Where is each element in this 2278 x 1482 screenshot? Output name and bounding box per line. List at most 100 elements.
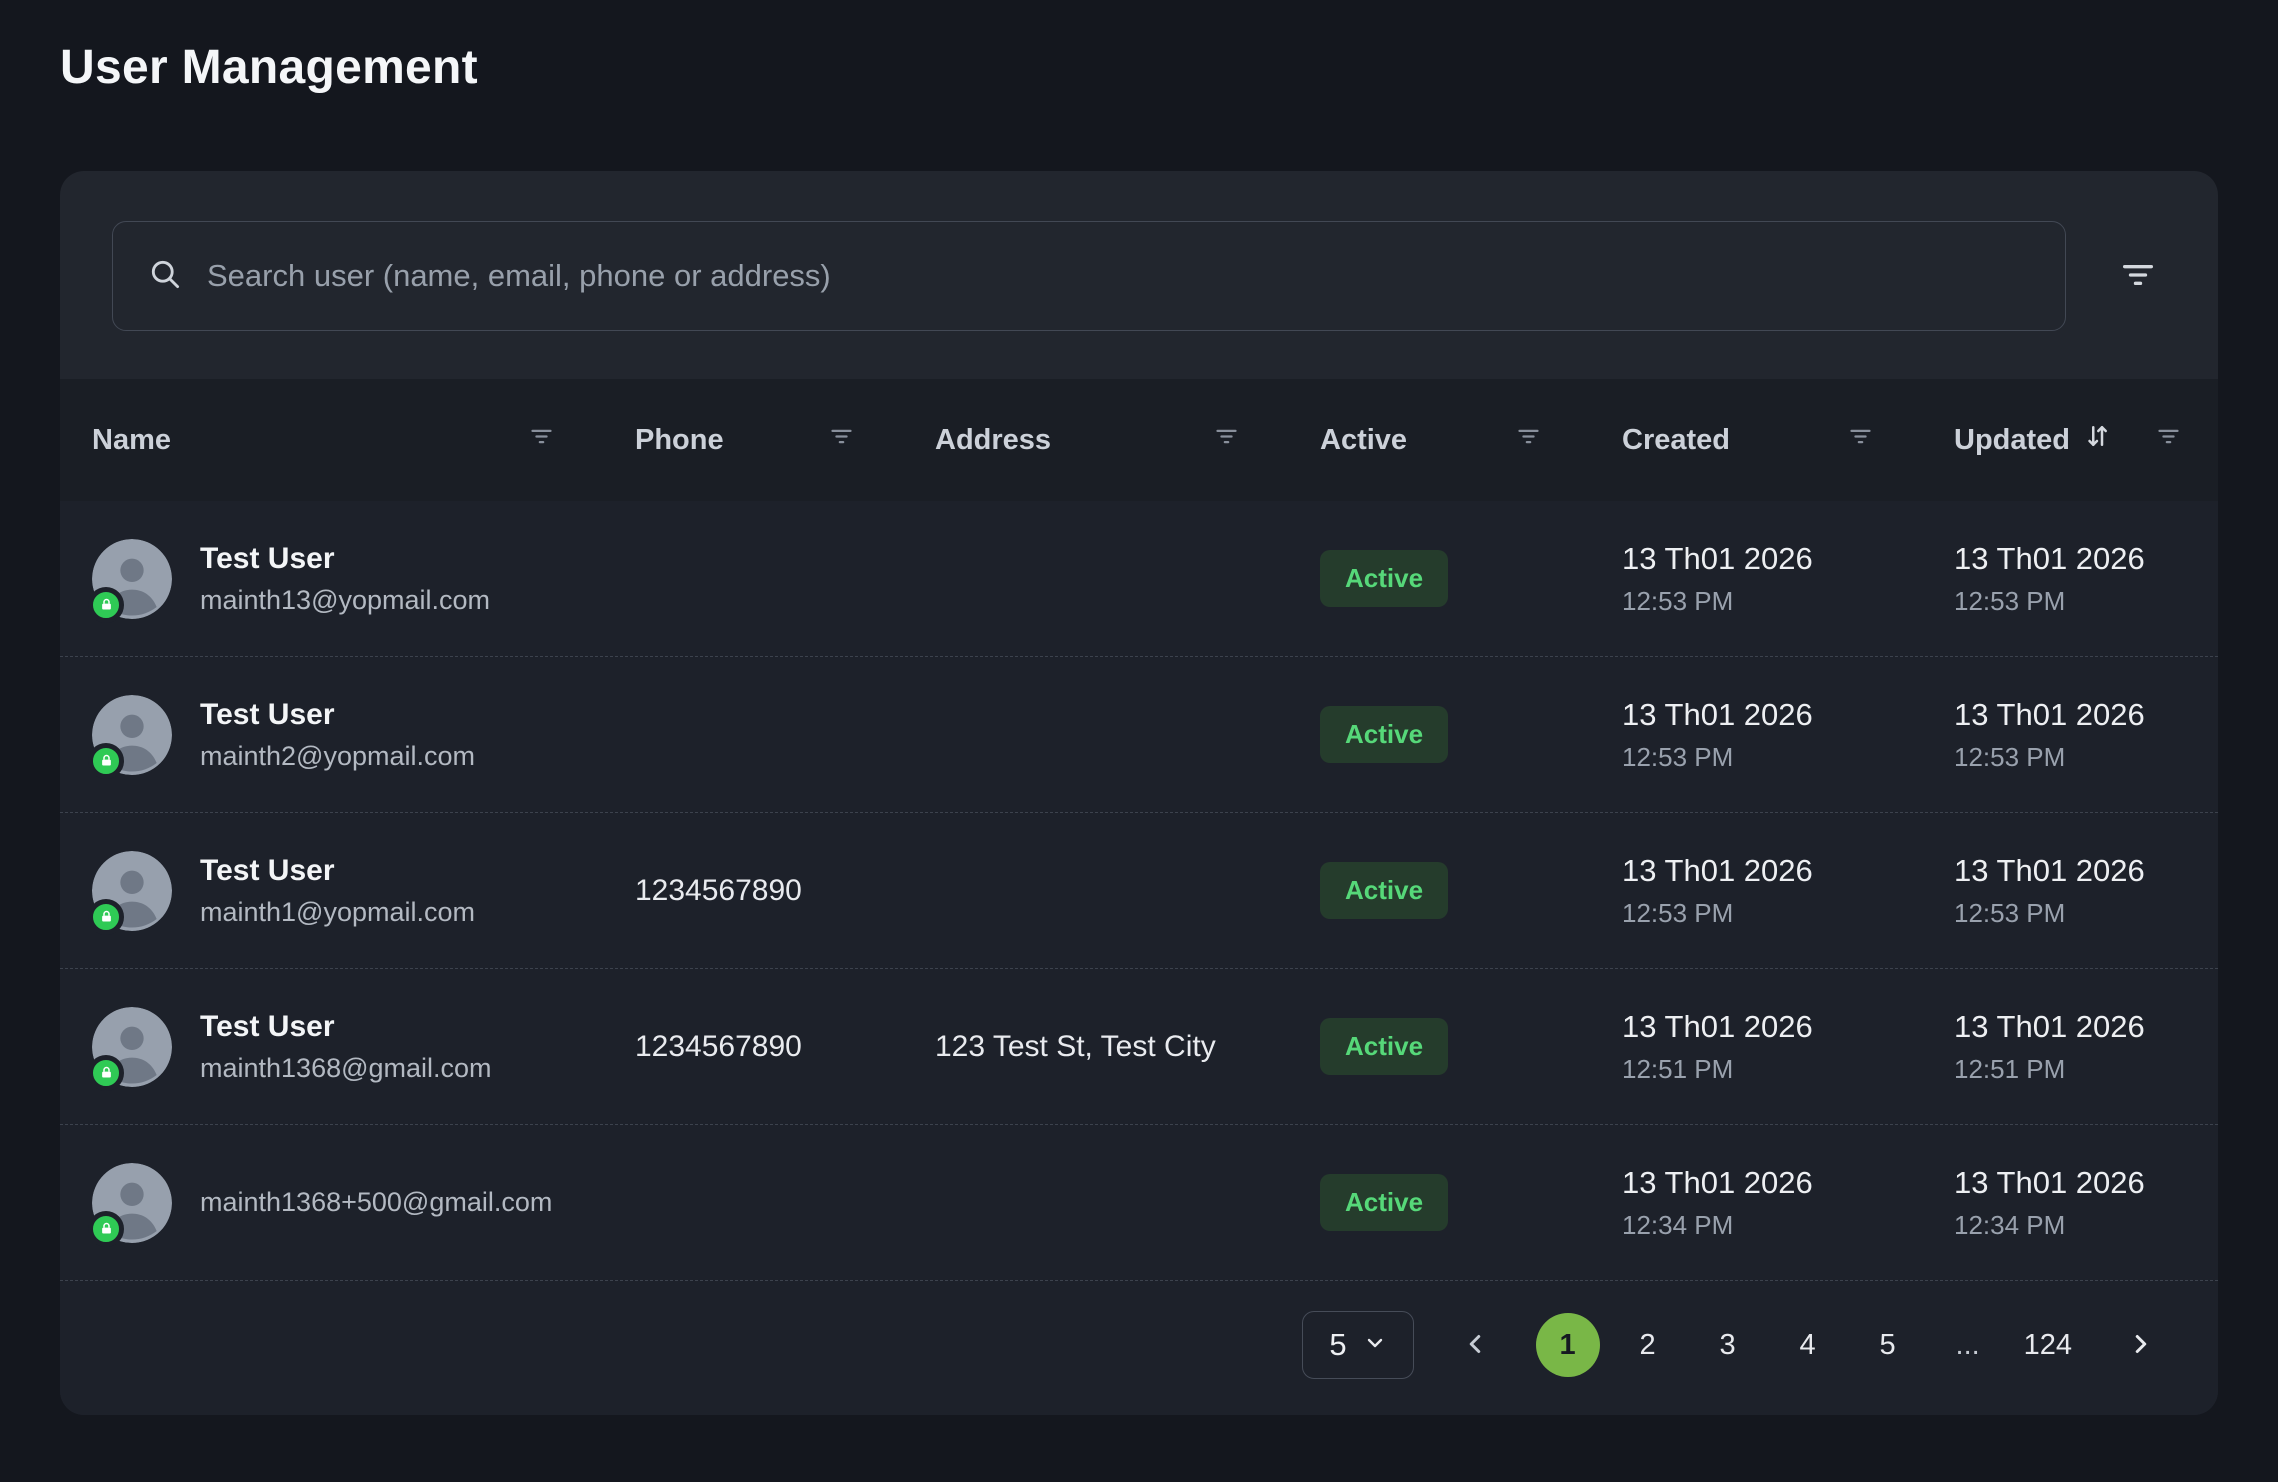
filter-icon[interactable] [828,423,855,458]
status-badge: Active [1320,1174,1448,1231]
table-row[interactable]: Test User mainth1@yopmail.com 1234567890… [60,813,2218,969]
chevron-left-icon [1460,1329,1490,1362]
user-cell: Test User mainth1368@gmail.com [60,1007,635,1087]
table-filter-button[interactable] [2110,247,2166,306]
user-email: mainth1368@gmail.com [200,1053,492,1084]
page-button-2[interactable]: 2 [1616,1313,1680,1377]
filter-icon[interactable] [528,423,555,458]
column-header-address[interactable]: Address [935,423,1320,458]
search-box [112,221,2066,331]
lock-icon [88,587,124,623]
user-name: Test User [200,542,490,576]
user-email: mainth2@yopmail.com [200,741,475,772]
page-root: User Management [0,0,2278,1415]
chevron-down-icon [1363,1327,1387,1363]
avatar [92,851,172,931]
user-email: mainth1368+500@gmail.com [200,1187,552,1218]
updated-cell: 13 Th01 2026 12:53 PM [1954,697,2218,773]
created-cell: 13 Th01 2026 12:51 PM [1622,1009,1954,1085]
page-button-1[interactable]: 1 [1536,1313,1600,1377]
created-cell: 13 Th01 2026 12:53 PM [1622,853,1954,929]
page-size-value: 5 [1329,1327,1346,1363]
created-cell: 13 Th01 2026 12:53 PM [1622,541,1954,617]
lock-icon [88,1211,124,1247]
updated-cell: 13 Th01 2026 12:53 PM [1954,541,2218,617]
updated-date: 13 Th01 2026 [1954,541,2218,577]
user-table-card: Name Phone Address [60,171,2218,1415]
phone-cell: 1234567890 [635,1030,935,1064]
column-header-created[interactable]: Created [1622,423,1954,458]
filter-lines-icon [2118,255,2158,298]
updated-cell: 13 Th01 2026 12:34 PM [1954,1165,2218,1241]
column-header-active[interactable]: Active [1320,423,1622,458]
table-row[interactable]: Test User mainth13@yopmail.com Active 13… [60,501,2218,657]
table-header-row: Name Phone Address [60,379,2218,501]
chevron-right-icon [2126,1329,2156,1362]
created-time: 12:51 PM [1622,1054,1954,1085]
user-cell: Test User mainth13@yopmail.com [60,539,635,619]
column-header-name[interactable]: Name [60,423,635,458]
page-button-5[interactable]: 5 [1856,1313,1920,1377]
filter-icon[interactable] [1847,423,1874,458]
filter-icon[interactable] [1515,423,1542,458]
sort-icon[interactable] [2082,421,2112,459]
page-title: User Management [60,40,2218,95]
created-cell: 13 Th01 2026 12:34 PM [1622,1165,1954,1241]
status-badge: Active [1320,862,1448,919]
updated-time: 12:51 PM [1954,1054,2218,1085]
lock-icon [88,1055,124,1091]
avatar [92,539,172,619]
created-date: 13 Th01 2026 [1622,697,1954,733]
prev-page-button[interactable] [1454,1323,1496,1368]
active-cell: Active [1320,1018,1622,1075]
search-input[interactable] [207,258,2031,294]
user-email: mainth1@yopmail.com [200,897,475,928]
updated-time: 12:53 PM [1954,742,2218,773]
updated-time: 12:53 PM [1954,898,2218,929]
updated-cell: 13 Th01 2026 12:51 PM [1954,1009,2218,1085]
page-size-select[interactable]: 5 [1302,1311,1413,1379]
users-table: Name Phone Address [60,379,2218,1281]
user-cell: Test User mainth1@yopmail.com [60,851,635,931]
search-section [60,171,2218,379]
table-row[interactable]: Test User mainth1368@gmail.com 123456789… [60,969,2218,1125]
page-button-3[interactable]: 3 [1696,1313,1760,1377]
updated-date: 13 Th01 2026 [1954,697,2218,733]
page-ellipsis: ... [1936,1313,2000,1377]
pagination-bar: 5 1 2 3 4 5 ... 124 [60,1281,2218,1415]
created-date: 13 Th01 2026 [1622,853,1954,889]
user-name: Test User [200,854,475,888]
avatar [92,695,172,775]
column-header-phone[interactable]: Phone [635,423,935,458]
filter-icon[interactable] [1213,423,1240,458]
avatar [92,1163,172,1243]
created-time: 12:53 PM [1622,742,1954,773]
active-cell: Active [1320,1174,1622,1231]
table-row[interactable]: Test User mainth2@yopmail.com Active 13 … [60,657,2218,813]
created-cell: 13 Th01 2026 12:53 PM [1622,697,1954,773]
next-page-button[interactable] [2120,1323,2162,1368]
status-badge: Active [1320,550,1448,607]
column-header-updated[interactable]: Updated [1954,421,2218,459]
user-cell: mainth1368+500@gmail.com [60,1163,635,1243]
phone-cell: 1234567890 [635,874,935,908]
user-name: Test User [200,698,475,732]
filter-icon[interactable] [2155,423,2182,458]
status-badge: Active [1320,706,1448,763]
user-email: mainth13@yopmail.com [200,585,490,616]
active-cell: Active [1320,706,1622,763]
user-name: Test User [200,1010,492,1044]
lock-icon [88,743,124,779]
created-time: 12:34 PM [1622,1210,1954,1241]
user-cell: Test User mainth2@yopmail.com [60,695,635,775]
page-button-124[interactable]: 124 [2016,1313,2080,1377]
table-row[interactable]: mainth1368+500@gmail.com Active 13 Th01 … [60,1125,2218,1281]
updated-date: 13 Th01 2026 [1954,1165,2218,1201]
page-number-list: 1 2 3 4 5 ... 124 [1536,1313,2080,1377]
active-cell: Active [1320,550,1622,607]
active-cell: Active [1320,862,1622,919]
updated-time: 12:34 PM [1954,1210,2218,1241]
created-date: 13 Th01 2026 [1622,541,1954,577]
created-date: 13 Th01 2026 [1622,1009,1954,1045]
page-button-4[interactable]: 4 [1776,1313,1840,1377]
